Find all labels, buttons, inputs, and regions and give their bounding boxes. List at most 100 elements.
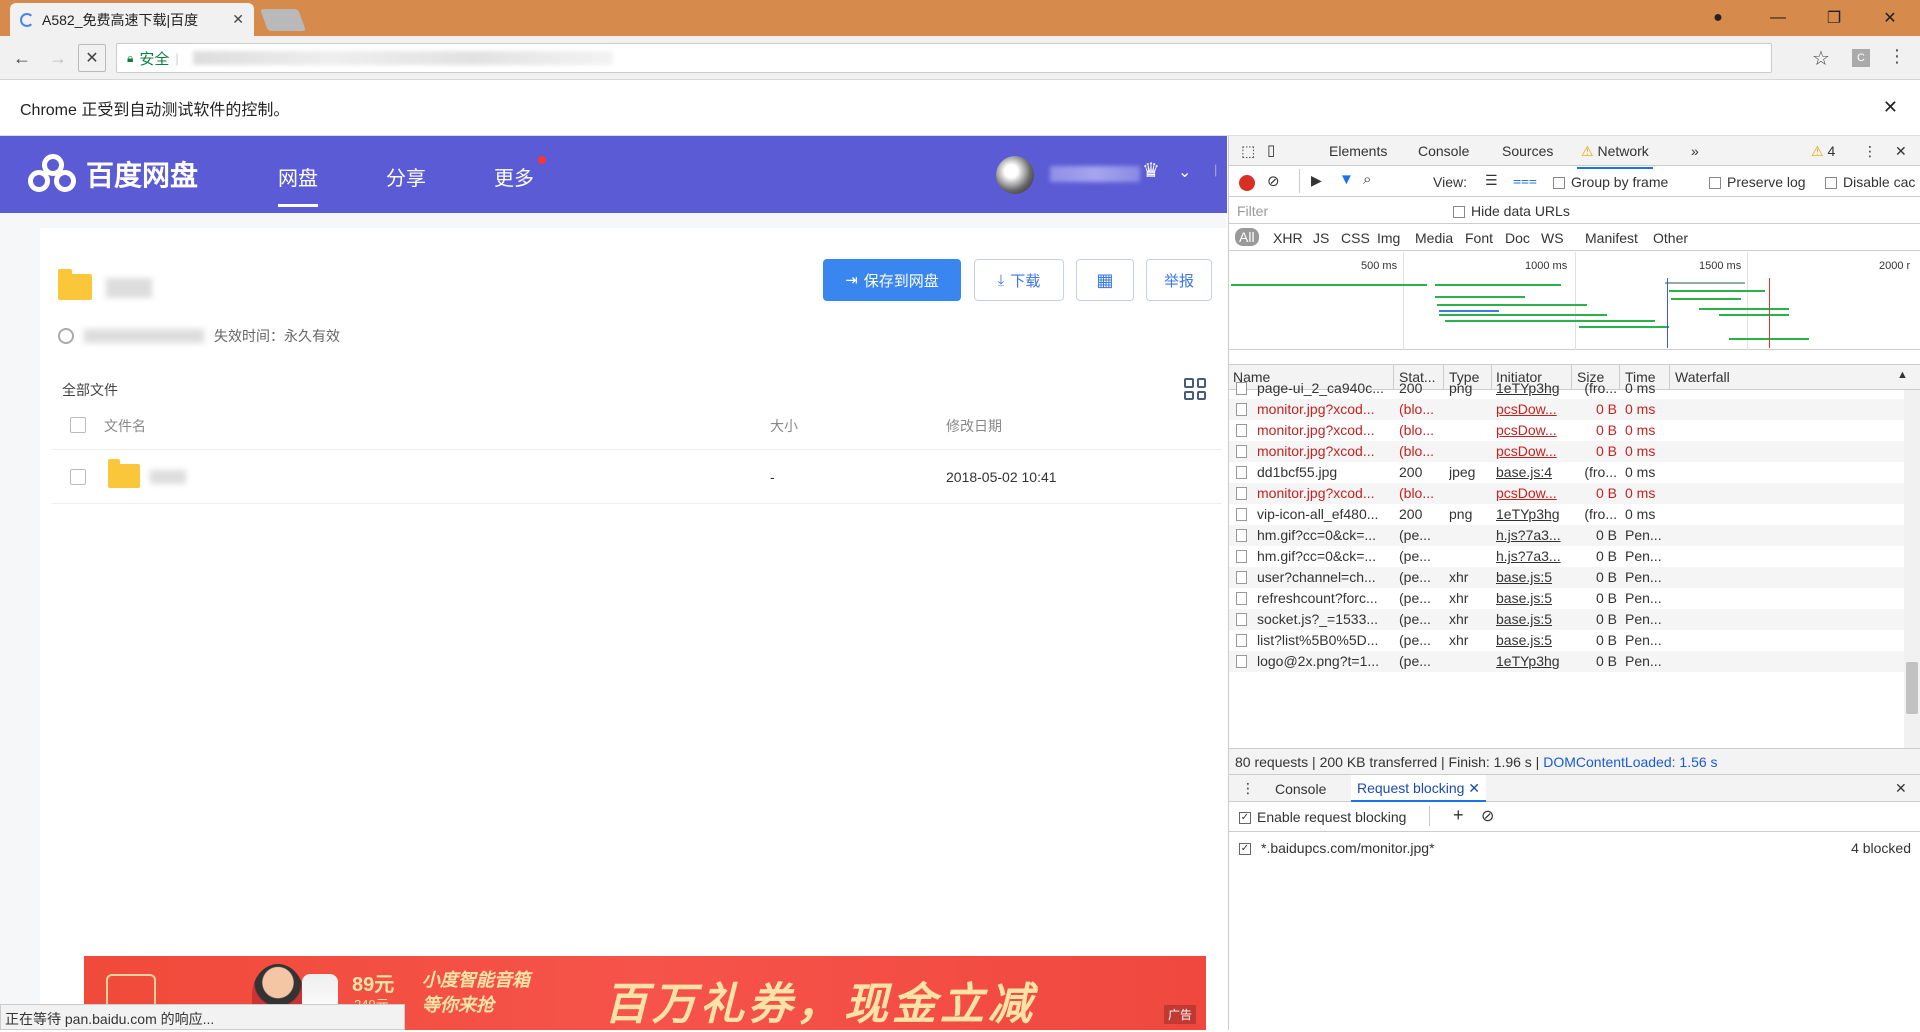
request-row[interactable]: socket.js?_=1533... (pe... xhr base.js:5 0 B… (1229, 609, 1920, 630)
browser-tab[interactable]: A582_免费高速下载|百度 ✕ (10, 3, 254, 36)
report-button[interactable]: 举报 (1146, 259, 1212, 301)
devtools-menu-icon[interactable]: ⋮ (1863, 143, 1877, 160)
enable-blocking-checkbox[interactable]: ✓ Enable request blocking (1239, 809, 1406, 825)
clear-patterns-icon[interactable]: ⊘ (1481, 806, 1494, 826)
col-date[interactable]: 修改日期 (946, 416, 1002, 436)
request-row[interactable]: hm.gif?cc=0&ck=... (pe... h.js?7a3... 0 B Pe… (1229, 546, 1920, 567)
request-initiator[interactable]: base.js:5 (1496, 611, 1566, 627)
drawer-tab-request-blocking[interactable]: Request blocking ✕ (1351, 775, 1487, 802)
maximize-button[interactable]: ❐ (1806, 0, 1862, 36)
request-row[interactable]: logo@2x.png?t=1... (pe... 1eTYp3hg 0 B Pen..… (1229, 651, 1920, 672)
save-to-disk-button[interactable]: ⇥ 保存到网盘 (823, 259, 961, 301)
request-row[interactable]: monitor.jpg?xcod... (blo... pcsDow... 0 B 0 … (1229, 483, 1920, 504)
request-row[interactable]: vip-icon-all_ef480... 200 png 1eTYp3hg (fro.… (1229, 504, 1920, 525)
request-row[interactable]: user?channel=ch... (pe... xhr base.js:5 0 B P… (1229, 567, 1920, 588)
hide-data-urls-checkbox[interactable]: Hide data URLs (1453, 203, 1570, 219)
drawer-tab-console[interactable]: Console (1275, 781, 1326, 797)
type-ws[interactable]: WS (1541, 230, 1564, 246)
request-initiator[interactable]: pcsDow... (1496, 422, 1566, 438)
extension-icon[interactable]: C (1852, 49, 1870, 67)
type-media[interactable]: Media (1415, 230, 1453, 246)
request-initiator[interactable]: base.js:4 (1496, 464, 1566, 480)
search-icon[interactable]: ⌕ (1363, 171, 1371, 188)
request-row[interactable]: monitor.jpg?xcod... (blo... pcsDow... 0 B 0 … (1229, 420, 1920, 441)
request-initiator[interactable]: 1eTYp3hg (1496, 653, 1566, 669)
warning-counter[interactable]: ⚠ 4 (1811, 143, 1835, 160)
nav-share[interactable]: 分享 (386, 162, 426, 191)
nav-netdisk[interactable]: 网盘 (278, 162, 318, 207)
request-initiator[interactable]: h.js?7a3... (1496, 527, 1566, 543)
pattern-checkbox[interactable]: ✓ (1239, 840, 1257, 856)
large-rows-icon[interactable]: ☰ (1485, 172, 1498, 189)
tab-console[interactable]: Console (1418, 143, 1469, 159)
drawer-close-icon[interactable]: ✕ (1895, 780, 1907, 797)
type-js[interactable]: JS (1313, 230, 1329, 246)
col-filename[interactable]: 文件名 (104, 416, 146, 436)
tab-network[interactable]: ⚠ Network (1577, 143, 1653, 169)
screenshot-icon[interactable]: ▶ (1311, 172, 1322, 189)
request-initiator[interactable]: pcsDow... (1496, 443, 1566, 459)
table-row[interactable]: - 2018-05-02 10:41 (52, 450, 1222, 504)
redacted-file-name[interactable] (150, 470, 186, 484)
qrcode-button[interactable]: ▦ (1076, 259, 1134, 301)
tab-close-icon[interactable]: ✕ (232, 11, 244, 28)
blocking-pattern-row[interactable]: ✓ *.baidupcs.com/monitor.jpg* 4 blocked (1229, 832, 1920, 862)
baidu-logo[interactable]: 百度网盘 (28, 154, 198, 194)
request-row[interactable]: monitor.jpg?xcod... (blo... pcsDow... 0 B 0 … (1229, 441, 1920, 462)
chevron-down-icon[interactable]: ⌄ (1178, 162, 1191, 182)
redacted-username[interactable] (1050, 166, 1140, 182)
profile-icon[interactable]: ● (1690, 0, 1746, 36)
request-initiator[interactable]: h.js?7a3... (1496, 548, 1566, 564)
request-initiator[interactable]: base.js:5 (1496, 632, 1566, 648)
type-manifest[interactable]: Manifest (1585, 230, 1638, 246)
request-initiator[interactable]: 1eTYp3hg (1496, 380, 1566, 396)
back-icon[interactable]: ← (8, 44, 36, 72)
col-size[interactable]: 大小 (770, 416, 798, 436)
minimize-button[interactable]: — (1750, 0, 1806, 36)
type-other[interactable]: Other (1653, 230, 1688, 246)
infobar-close-icon[interactable]: ✕ (1883, 97, 1898, 118)
disable-cache-checkbox[interactable]: Disable cac (1825, 174, 1915, 190)
type-img[interactable]: Img (1377, 230, 1400, 246)
request-row[interactable]: hm.gif?cc=0&ck=... (pe... h.js?7a3... 0 B Pe… (1229, 525, 1920, 546)
type-doc[interactable]: Doc (1505, 230, 1530, 246)
timeline-overview[interactable]: 500 ms 1000 ms 1500 ms 2000 r (1229, 252, 1920, 350)
stop-loading-icon[interactable]: ✕ (78, 44, 106, 72)
avatar[interactable] (996, 156, 1034, 194)
chrome-menu-icon[interactable]: ⋮ (1888, 46, 1906, 67)
nav-more[interactable]: 更多 (494, 162, 534, 191)
request-row[interactable]: dd1bcf55.jpg 200 jpeg base.js:4 (fro... 0 ms (1229, 462, 1920, 483)
group-by-frame-checkbox[interactable]: Group by frame (1553, 174, 1668, 190)
request-row[interactable]: page-ui_2_ca940c... 200 png 1eTYp3hg (fro...… (1229, 378, 1920, 399)
filter-icon[interactable]: ▼ (1339, 171, 1354, 188)
request-row[interactable]: refreshcount?forc... (pe... xhr base.js:5 0 … (1229, 588, 1920, 609)
devtools-close-icon[interactable]: ✕ (1895, 143, 1907, 160)
request-initiator[interactable]: base.js:5 (1496, 569, 1566, 585)
new-tab-button[interactable] (259, 9, 307, 31)
close-drawer-tab-icon[interactable]: ✕ (1468, 780, 1480, 796)
request-initiator[interactable]: pcsDow... (1496, 401, 1566, 417)
forward-icon[interactable]: → (44, 44, 72, 72)
record-icon[interactable] (1239, 175, 1255, 191)
more-tabs-icon[interactable]: » (1691, 143, 1699, 159)
tab-sources[interactable]: Sources (1502, 143, 1553, 159)
inspect-element-icon[interactable]: ⬚ (1241, 142, 1255, 160)
request-list-scrollbar[interactable] (1904, 390, 1920, 748)
clear-icon[interactable]: ⊘ (1267, 172, 1280, 190)
drawer-menu-icon[interactable]: ⋮ (1241, 780, 1255, 797)
type-css[interactable]: CSS (1341, 230, 1370, 246)
type-font[interactable]: Font (1465, 230, 1493, 246)
close-window-button[interactable]: ✕ (1862, 0, 1918, 36)
request-initiator[interactable]: pcsDow... (1496, 485, 1566, 501)
request-initiator[interactable]: base.js:5 (1496, 590, 1566, 606)
breadcrumb[interactable]: 全部文件 (62, 380, 118, 400)
request-initiator[interactable]: 1eTYp3hg (1496, 506, 1566, 522)
waterfall-view-icon[interactable]: ⩶ (1513, 172, 1537, 189)
device-toolbar-icon[interactable]: ▯ (1267, 141, 1275, 159)
tab-elements[interactable]: Elements (1329, 143, 1387, 159)
type-all[interactable]: All (1235, 228, 1259, 246)
row-checkbox[interactable] (70, 469, 86, 485)
select-all-checkbox[interactable] (70, 417, 86, 433)
grid-view-icon[interactable] (1184, 378, 1206, 400)
request-row[interactable]: monitor.jpg?xcod... (blo... pcsDow... 0 B 0 … (1229, 399, 1920, 420)
